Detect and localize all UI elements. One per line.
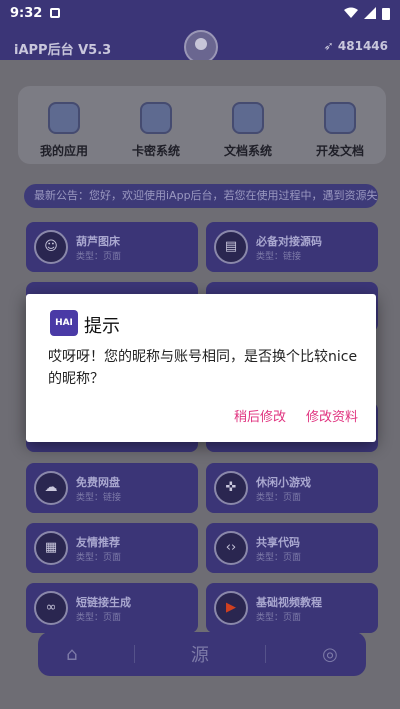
dialog-title: 提示 bbox=[84, 316, 120, 337]
later-button[interactable]: 稍后修改 bbox=[234, 406, 286, 425]
app-logo-icon: HAI bbox=[50, 310, 78, 336]
prompt-dialog: HAI 提示 哎呀呀！您的昵称与账号相同，是否换个比较nice的昵称？ 稍后修改… bbox=[26, 294, 376, 442]
edit-profile-button[interactable]: 修改资料 bbox=[306, 406, 358, 425]
dialog-message: 哎呀呀！您的昵称与账号相同，是否换个比较nice的昵称？ bbox=[48, 349, 358, 387]
